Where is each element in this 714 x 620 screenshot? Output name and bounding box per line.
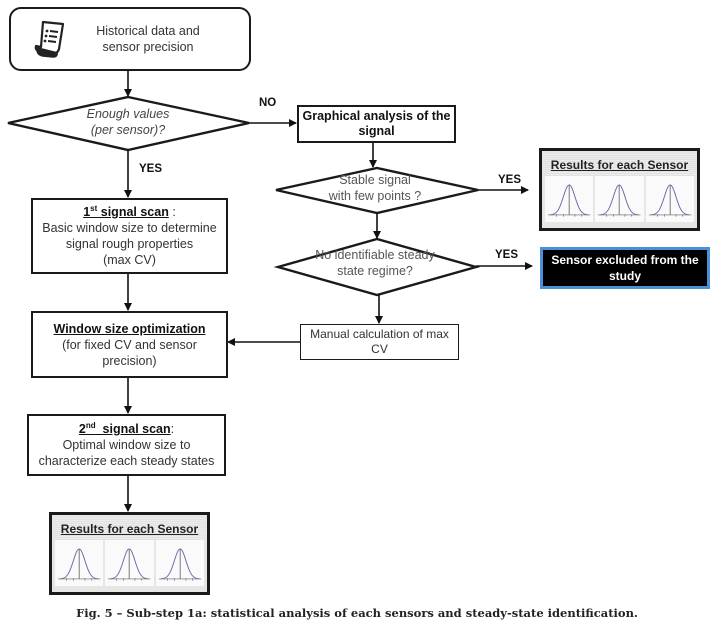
decision-stable-text: Stable signal with few points ? (310, 172, 440, 204)
gaussian-plot-icon (595, 176, 644, 222)
scan1-title-suffix: : (168, 205, 176, 219)
scan1-line-3: (max CV) (103, 253, 156, 267)
scan2-line-1: Optimal window size to (62, 438, 191, 452)
decision-noid-line-1: No identifiable steady (315, 248, 435, 262)
gaussian-plot-icon (645, 176, 694, 222)
decision-enough-line-1: Enough values (86, 107, 170, 121)
window-opt-line-2: precision) (102, 353, 157, 368)
window-size-optimization-box: Window size optimization (for fixed CV a… (31, 311, 228, 378)
scan2-line-2: characterize each steady states (38, 454, 215, 468)
decision-enough-line-2: (per sensor)? (90, 123, 166, 137)
results-bottom-plots (55, 540, 204, 586)
label-yes-stable: YES (498, 174, 522, 186)
gaussian-curve (108, 548, 151, 581)
decision-noid-line-2: state regime? (337, 264, 413, 278)
start-line-2: sensor precision (102, 40, 194, 54)
label-yes-no-steady-state: YES (495, 249, 519, 261)
graphical-line-2: signal (358, 124, 395, 138)
scan2-title-num: 2 (78, 422, 86, 436)
label-no: NO (259, 97, 277, 109)
gaussian-curve (547, 184, 591, 217)
scan2-title-sup: nd (85, 420, 96, 430)
graphical-line-1: Graphical analysis of the (302, 109, 451, 123)
graphical-analysis-box: Graphical analysis of the signal (297, 105, 456, 143)
results-right-title: Results for each Sensor (545, 154, 694, 176)
decision-no-steady-state-text: No identifiable steady state regime? (300, 247, 450, 279)
first-signal-scan-box: 1st signal scan : Basic window size to d… (31, 198, 228, 274)
document-list-icon (34, 20, 65, 58)
gaussian-plot-icon (545, 176, 594, 222)
decision-enough-values-text: Enough values (per sensor)? (68, 106, 188, 138)
manual-calculation-box: Manual calculation of max CV (300, 324, 459, 360)
figure-caption: Fig. 5 – Sub-step 1a: statistical analys… (76, 606, 638, 620)
scan1-line-1: Basic window size to determine (42, 221, 217, 235)
sensor-excluded-box: Sensor excluded from the study (540, 247, 710, 289)
results-for-each-sensor-panel-right: Results for each Sensor (539, 148, 700, 231)
decision-stable-line-2: with few points ? (328, 189, 422, 203)
scan1-title: 1st signal scan : (83, 204, 176, 220)
scan1-title-rest: signal scan (97, 205, 169, 219)
scan2-title-suffix: : (170, 422, 175, 436)
results-for-each-sensor-panel-bottom: Results for each Sensor (49, 512, 210, 595)
manual-line-1: Manual calculation of max (310, 327, 449, 341)
results-right-plots (545, 176, 694, 222)
window-opt-line-1: (for fixed CV and sensor (62, 337, 197, 352)
window-opt-title: Window size optimization (53, 321, 206, 336)
gaussian-curve (57, 548, 101, 581)
second-signal-scan-box: 2nd signal scan: Optimal window size to … (27, 414, 226, 476)
gaussian-curve (648, 184, 692, 217)
decision-stable-line-1: Stable signal (339, 173, 411, 187)
gaussian-plot-icon (55, 540, 104, 586)
gaussian-plot-icon (105, 540, 154, 586)
gaussian-curve (158, 548, 202, 581)
gaussian-curve (598, 184, 641, 217)
scan2-title: 2nd signal scan: (79, 421, 174, 437)
gaussian-plot-icon (155, 540, 204, 586)
label-yes-enough: YES (139, 163, 163, 175)
scan2-title-rest: signal scan (95, 422, 171, 436)
excluded-line-1: Sensor excluded from the (551, 253, 699, 267)
scan1-line-2: signal rough properties (65, 237, 194, 251)
excluded-line-2: study (608, 269, 641, 283)
start-line-1: Historical data and (96, 24, 200, 38)
results-bottom-title: Results for each Sensor (55, 518, 204, 540)
manual-line-2: CV (371, 342, 388, 356)
